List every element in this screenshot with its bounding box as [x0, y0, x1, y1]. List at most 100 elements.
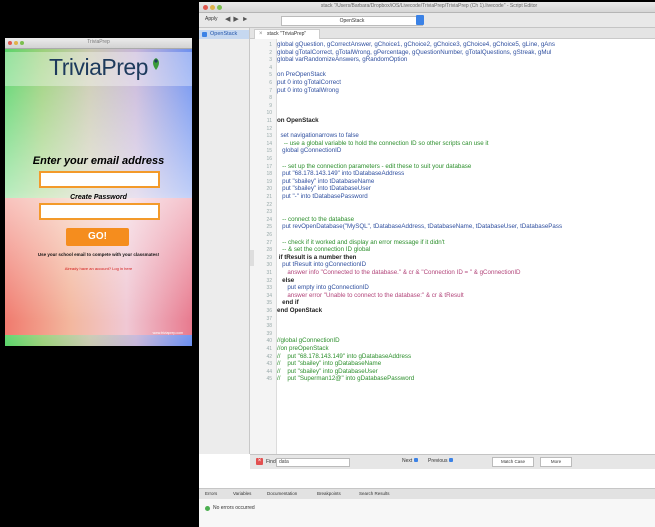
line-number: 11	[266, 118, 272, 124]
toolbar-nav-icons[interactable]: ◀▶►	[225, 15, 252, 23]
tab-variables[interactable]: Variables	[233, 491, 251, 496]
line-number: 39	[266, 330, 272, 337]
simulator-window: TriviaPrep TriviaPrep Enter your email a…	[5, 38, 192, 346]
find-bar: × Find data Next Previous Match Case Mor…	[250, 454, 655, 469]
handler-select[interactable]: OpenStack	[281, 16, 423, 26]
line-number: 19	[266, 178, 272, 185]
code-line[interactable]: answer error "Unable to connect to the d…	[277, 292, 463, 299]
find-previous-button[interactable]: Previous	[428, 458, 453, 464]
code-line[interactable]: // put "Superman12@" into gDatabasePassw…	[277, 375, 414, 382]
line-number: 40	[266, 338, 272, 345]
password-input[interactable]	[39, 203, 160, 220]
line-number: 17	[266, 163, 272, 170]
code-line[interactable]: put "68.178.143.149" into tDatabaseAddre…	[277, 170, 404, 177]
tab-documentation[interactable]: Documentation	[267, 491, 297, 496]
simulator-titlebar: TriviaPrep	[5, 38, 192, 49]
handler-item-openstack[interactable]: OpenStack	[199, 30, 249, 39]
close-tab-icon[interactable]: ×	[259, 30, 263, 39]
code-line[interactable]: global gConnectionID	[277, 147, 341, 154]
code-line[interactable]: -- & set the connection ID global	[277, 246, 370, 253]
code-line[interactable]: put tResult into gConnectionID	[277, 261, 366, 268]
tab-search-results[interactable]: Search Results	[359, 491, 390, 496]
code-line[interactable]: //global gConnectionID	[277, 337, 340, 344]
code-line[interactable]: else	[277, 277, 294, 284]
code-line[interactable]: -- check if it worked and display an err…	[277, 239, 444, 246]
line-number: 27	[266, 239, 272, 246]
close-find-icon[interactable]: ×	[256, 458, 263, 465]
tab-breakpoints[interactable]: Breakpoints	[317, 491, 341, 496]
handler-icon	[202, 32, 207, 37]
line-number: 24	[266, 216, 272, 223]
code-line[interactable]: // put "sbailey" into gDatabaseUser	[277, 368, 378, 375]
code-line[interactable]: global gTotalCorrect, gTotalWrong, gPerc…	[277, 49, 551, 56]
code-editor[interactable]: global gQuestion, gCorrectAnswer, gChoic…	[277, 39, 651, 454]
code-line[interactable]: put 0 into gTotalCorrect	[277, 79, 341, 86]
code-line[interactable]: put "sbailey" into tDatabaseName	[277, 178, 374, 185]
line-number: 5	[269, 72, 272, 79]
line-number: 26	[266, 232, 272, 238]
line-number: 45	[266, 376, 272, 383]
previous-arrow-icon	[448, 458, 453, 462]
logo-leaf-icon	[153, 58, 159, 70]
line-number: 41	[266, 346, 272, 352]
code-line[interactable]: -- set up the connection parameters - ed…	[277, 163, 471, 170]
tab-stack-script[interactable]: × stack "TriviaPrep"	[254, 29, 320, 39]
login-link[interactable]: Already have an account? Log in here	[5, 266, 192, 271]
line-number: 8	[269, 95, 272, 102]
code-line[interactable]: answer info "Connected to the database."…	[277, 269, 520, 276]
code-line[interactable]: global gQuestion, gCorrectAnswer, gChoic…	[277, 41, 555, 48]
code-line[interactable]: if tResult is a number then	[277, 254, 357, 261]
footer-note: www.triviaprep.com	[152, 331, 183, 335]
apply-button[interactable]: Apply	[205, 16, 218, 22]
status-ok-icon	[205, 506, 210, 511]
next-arrow-icon	[413, 458, 418, 462]
close-window-icon[interactable]	[203, 5, 208, 10]
line-number: 42	[266, 353, 272, 360]
line-number: 36	[266, 308, 272, 314]
app-logo: TriviaPrep	[49, 54, 148, 80]
line-number: 38	[266, 323, 272, 330]
code-line[interactable]: -- use a global variable to hold the con…	[277, 140, 489, 147]
editor-tabbar: × stack "TriviaPrep"	[250, 28, 655, 39]
match-case-button[interactable]: Match Case	[492, 457, 534, 467]
line-number: 10	[266, 110, 272, 117]
code-line[interactable]: //on preOpenStack	[277, 345, 329, 352]
code-line[interactable]: put "-" into tDatabasePassword	[277, 193, 368, 200]
line-number: 9	[269, 102, 272, 109]
line-number: 22	[266, 201, 272, 208]
tab-errors[interactable]: Errors	[205, 491, 217, 496]
more-button[interactable]: More	[540, 457, 572, 467]
zoom-window-icon[interactable]	[217, 5, 222, 10]
splitter-handle-icon[interactable]	[249, 248, 255, 268]
code-line[interactable]: end OpenStack	[277, 307, 322, 314]
find-input[interactable]: data	[276, 458, 350, 467]
line-number: 33	[266, 285, 272, 292]
handler-dropdown-icon[interactable]	[416, 15, 424, 25]
minimize-window-icon[interactable]	[210, 5, 215, 10]
code-line[interactable]: put empty into gConnectionID	[277, 284, 369, 291]
line-number: 18	[266, 171, 272, 178]
code-line[interactable]: end if	[277, 299, 299, 306]
code-line[interactable]: -- connect to the database	[277, 216, 354, 223]
code-line[interactable]: put 0 into gTotalWrong	[277, 87, 339, 94]
code-line[interactable]: global varRandomizeAnswers, gRandomOptio…	[277, 56, 407, 63]
code-line[interactable]: // put "68.178.143.149" into gDatabaseAd…	[277, 353, 411, 360]
line-number: 43	[266, 361, 272, 368]
line-number: 34	[266, 292, 272, 299]
code-line[interactable]: // put "sbailey" into gDatabaseName	[277, 360, 381, 367]
code-line[interactable]: put revOpenDatabase("MySQL", tDatabaseAd…	[277, 223, 562, 230]
find-next-button[interactable]: Next	[402, 458, 418, 464]
code-line[interactable]: on PreOpenStack	[277, 71, 326, 78]
line-number: 35	[266, 300, 272, 307]
school-email-note: Use your school email to compete with yo…	[37, 252, 160, 257]
email-input[interactable]	[39, 171, 160, 188]
line-number-gutter: 1 2 3 4 5 6 7 8 9 10 11 12 13 14 15 16 17 18 19 20 21 22 23 24 2…	[250, 39, 277, 454]
code-line[interactable]: set navigationarrows to false	[277, 132, 358, 139]
handler-list: OpenStack	[199, 28, 250, 454]
code-line[interactable]: put "sbailey" into tDatabaseUser	[277, 185, 371, 192]
go-button[interactable]: GO!	[66, 228, 129, 246]
code-line[interactable]: on OpenStack	[277, 117, 319, 124]
find-previous-label: Previous	[428, 458, 448, 464]
line-number: 4	[269, 64, 272, 71]
editor-titlebar: stack "/Users/Barbara/Dropbox/iOS/Liveco…	[199, 2, 655, 13]
